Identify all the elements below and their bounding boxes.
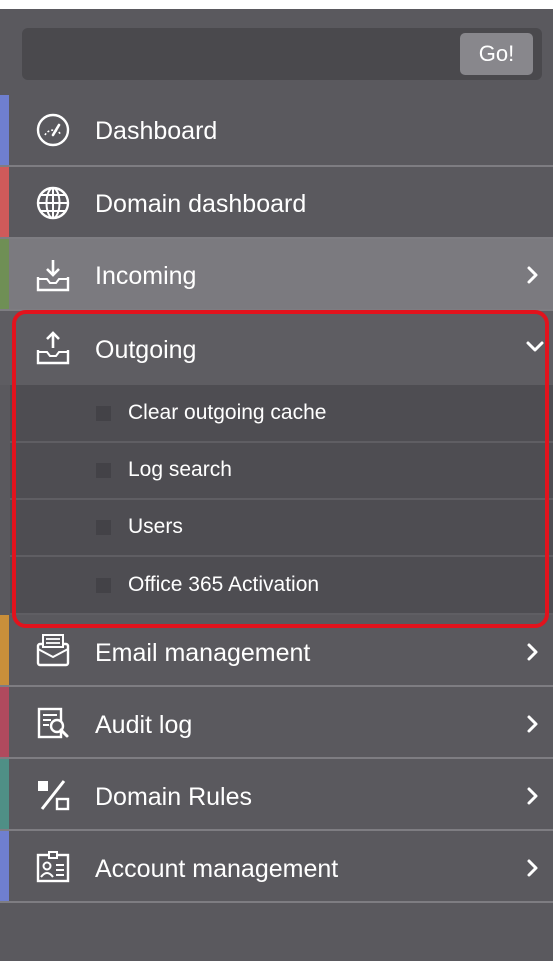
chevron-right-icon [525,714,541,734]
nav-item-domain-dashboard[interactable]: Domain dashboard [0,167,553,239]
accent-bar [0,615,9,685]
subitem-label: Log search [128,458,232,481]
nav-label: Email management [95,639,311,667]
envelope-icon [33,632,73,668]
nav-label: Domain dashboard [95,190,307,218]
chevron-right-icon [525,786,541,806]
subitem-office-365-activation[interactable]: Office 365 Activation [10,557,553,615]
nav-item-email-management[interactable]: Email management [0,615,553,687]
nav-label: Dashboard [95,117,218,145]
outbox-upload-icon [33,330,73,366]
accent-bar [0,831,9,901]
nav-label: Incoming [95,262,197,290]
accent-bar [0,95,9,165]
square-bullet-icon [96,406,111,421]
nav-item-account-management[interactable]: Account management [0,831,553,903]
nav-item-incoming[interactable]: Incoming [0,239,553,311]
go-button[interactable]: Go! [460,33,533,75]
chevron-right-icon [525,642,541,662]
audit-log-icon [33,705,73,741]
nav-item-outgoing[interactable]: Outgoing [0,311,553,385]
nav-label: Outgoing [95,336,197,364]
nav-item-audit-log[interactable]: Audit log [0,687,553,759]
id-card-icon [33,849,73,885]
sidebar: Go! Dashboard Domain dashboard Incoming … [0,0,553,961]
nav-item-dashboard[interactable]: Dashboard [0,95,553,167]
speedometer-icon [33,112,73,148]
accent-bar [0,167,9,237]
nav-label: Account management [95,855,339,883]
chevron-right-icon [525,265,541,285]
accent-bar [0,239,9,309]
search-input[interactable] [22,28,452,80]
nav-label: Domain Rules [95,783,253,811]
top-strip [0,0,553,9]
chevron-right-icon [525,858,541,878]
square-bullet-icon [96,578,111,593]
nav-item-domain-rules[interactable]: Domain Rules [0,759,553,831]
accent-bar [0,759,9,829]
subitem-label: Clear outgoing cache [128,401,327,424]
subitem-users[interactable]: Users [10,500,553,557]
square-bullet-icon [96,463,111,478]
inbox-download-icon [33,257,73,293]
subitem-clear-outgoing-cache[interactable]: Clear outgoing cache [10,385,553,443]
accent-bar [0,687,9,757]
percent-rules-icon [33,777,73,813]
subitem-label: Office 365 Activation [128,573,320,596]
square-bullet-icon [96,520,111,535]
globe-icon [33,185,73,221]
subitem-log-search[interactable]: Log search [10,443,553,500]
search-bar: Go! [22,28,542,80]
subitem-label: Users [128,515,183,538]
nav-label: Audit log [95,711,193,739]
chevron-down-icon [525,339,545,355]
